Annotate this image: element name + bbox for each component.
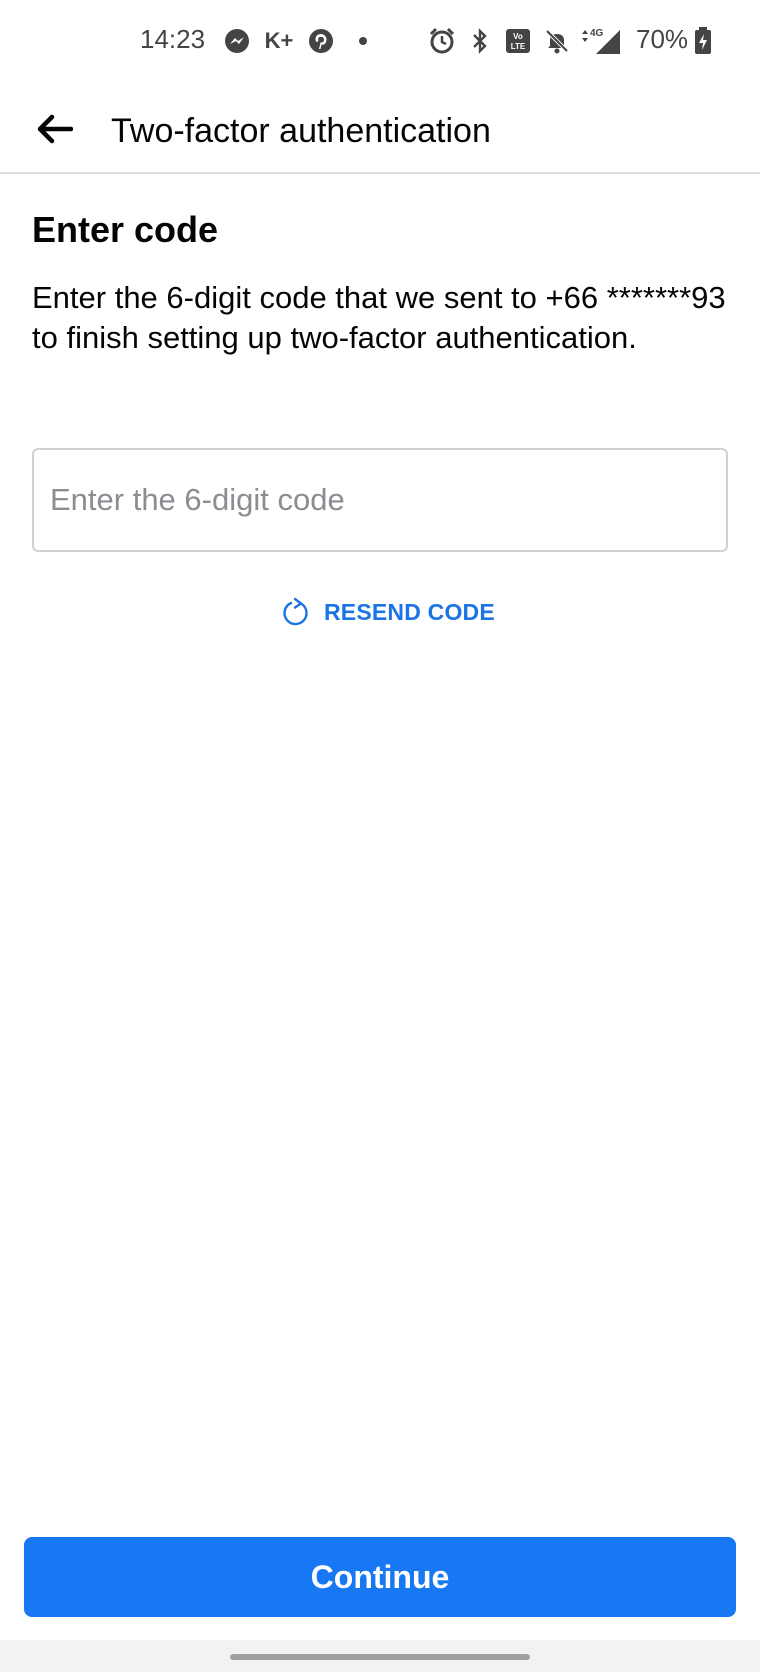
- signal-icon: 4G: [580, 26, 624, 56]
- section-heading: Enter code: [32, 209, 219, 250]
- back-button[interactable]: [30, 106, 80, 156]
- pinterest-icon: [306, 26, 336, 56]
- instructions-text: Enter the 6-digit code that we sent to +…: [32, 280, 726, 355]
- battery-percent: 70%: [636, 24, 689, 54]
- resend-code-button[interactable]: RESEND CODE: [280, 594, 495, 630]
- dot-icon: [356, 26, 370, 56]
- network-type-label: 4G: [590, 28, 604, 39]
- alarm-icon: [426, 26, 458, 56]
- home-gesture-handle[interactable]: [230, 1654, 530, 1660]
- mute-icon: [542, 26, 572, 56]
- bluetooth-icon: [468, 26, 492, 56]
- status-bar: 14:23 K+ Vo LTE 4G 70%: [0, 0, 760, 88]
- main-content: Enter code Enter the 6-digit code that w…: [32, 200, 728, 358]
- code-input[interactable]: [32, 448, 728, 552]
- volte-icon: Vo LTE: [504, 26, 532, 56]
- svg-text:LTE: LTE: [511, 42, 526, 51]
- status-time: 14:23: [140, 24, 206, 54]
- messenger-icon: [222, 26, 252, 56]
- page-title: Two-factor authentication: [111, 112, 491, 150]
- system-nav-bar: [0, 1640, 760, 1672]
- resend-code-label: RESEND CODE: [324, 598, 495, 625]
- screen: 14:23 K+ Vo LTE 4G 70% Two-factor authen…: [0, 0, 760, 1672]
- app-bar: Two-factor authentication: [0, 88, 760, 174]
- svg-text:Vo: Vo: [513, 32, 523, 41]
- arrow-left-icon: [37, 114, 74, 149]
- k-plus-icon: K+: [264, 28, 294, 53]
- continue-button[interactable]: Continue: [24, 1537, 736, 1617]
- battery-charging-icon: [692, 26, 714, 56]
- refresh-icon: [280, 596, 312, 628]
